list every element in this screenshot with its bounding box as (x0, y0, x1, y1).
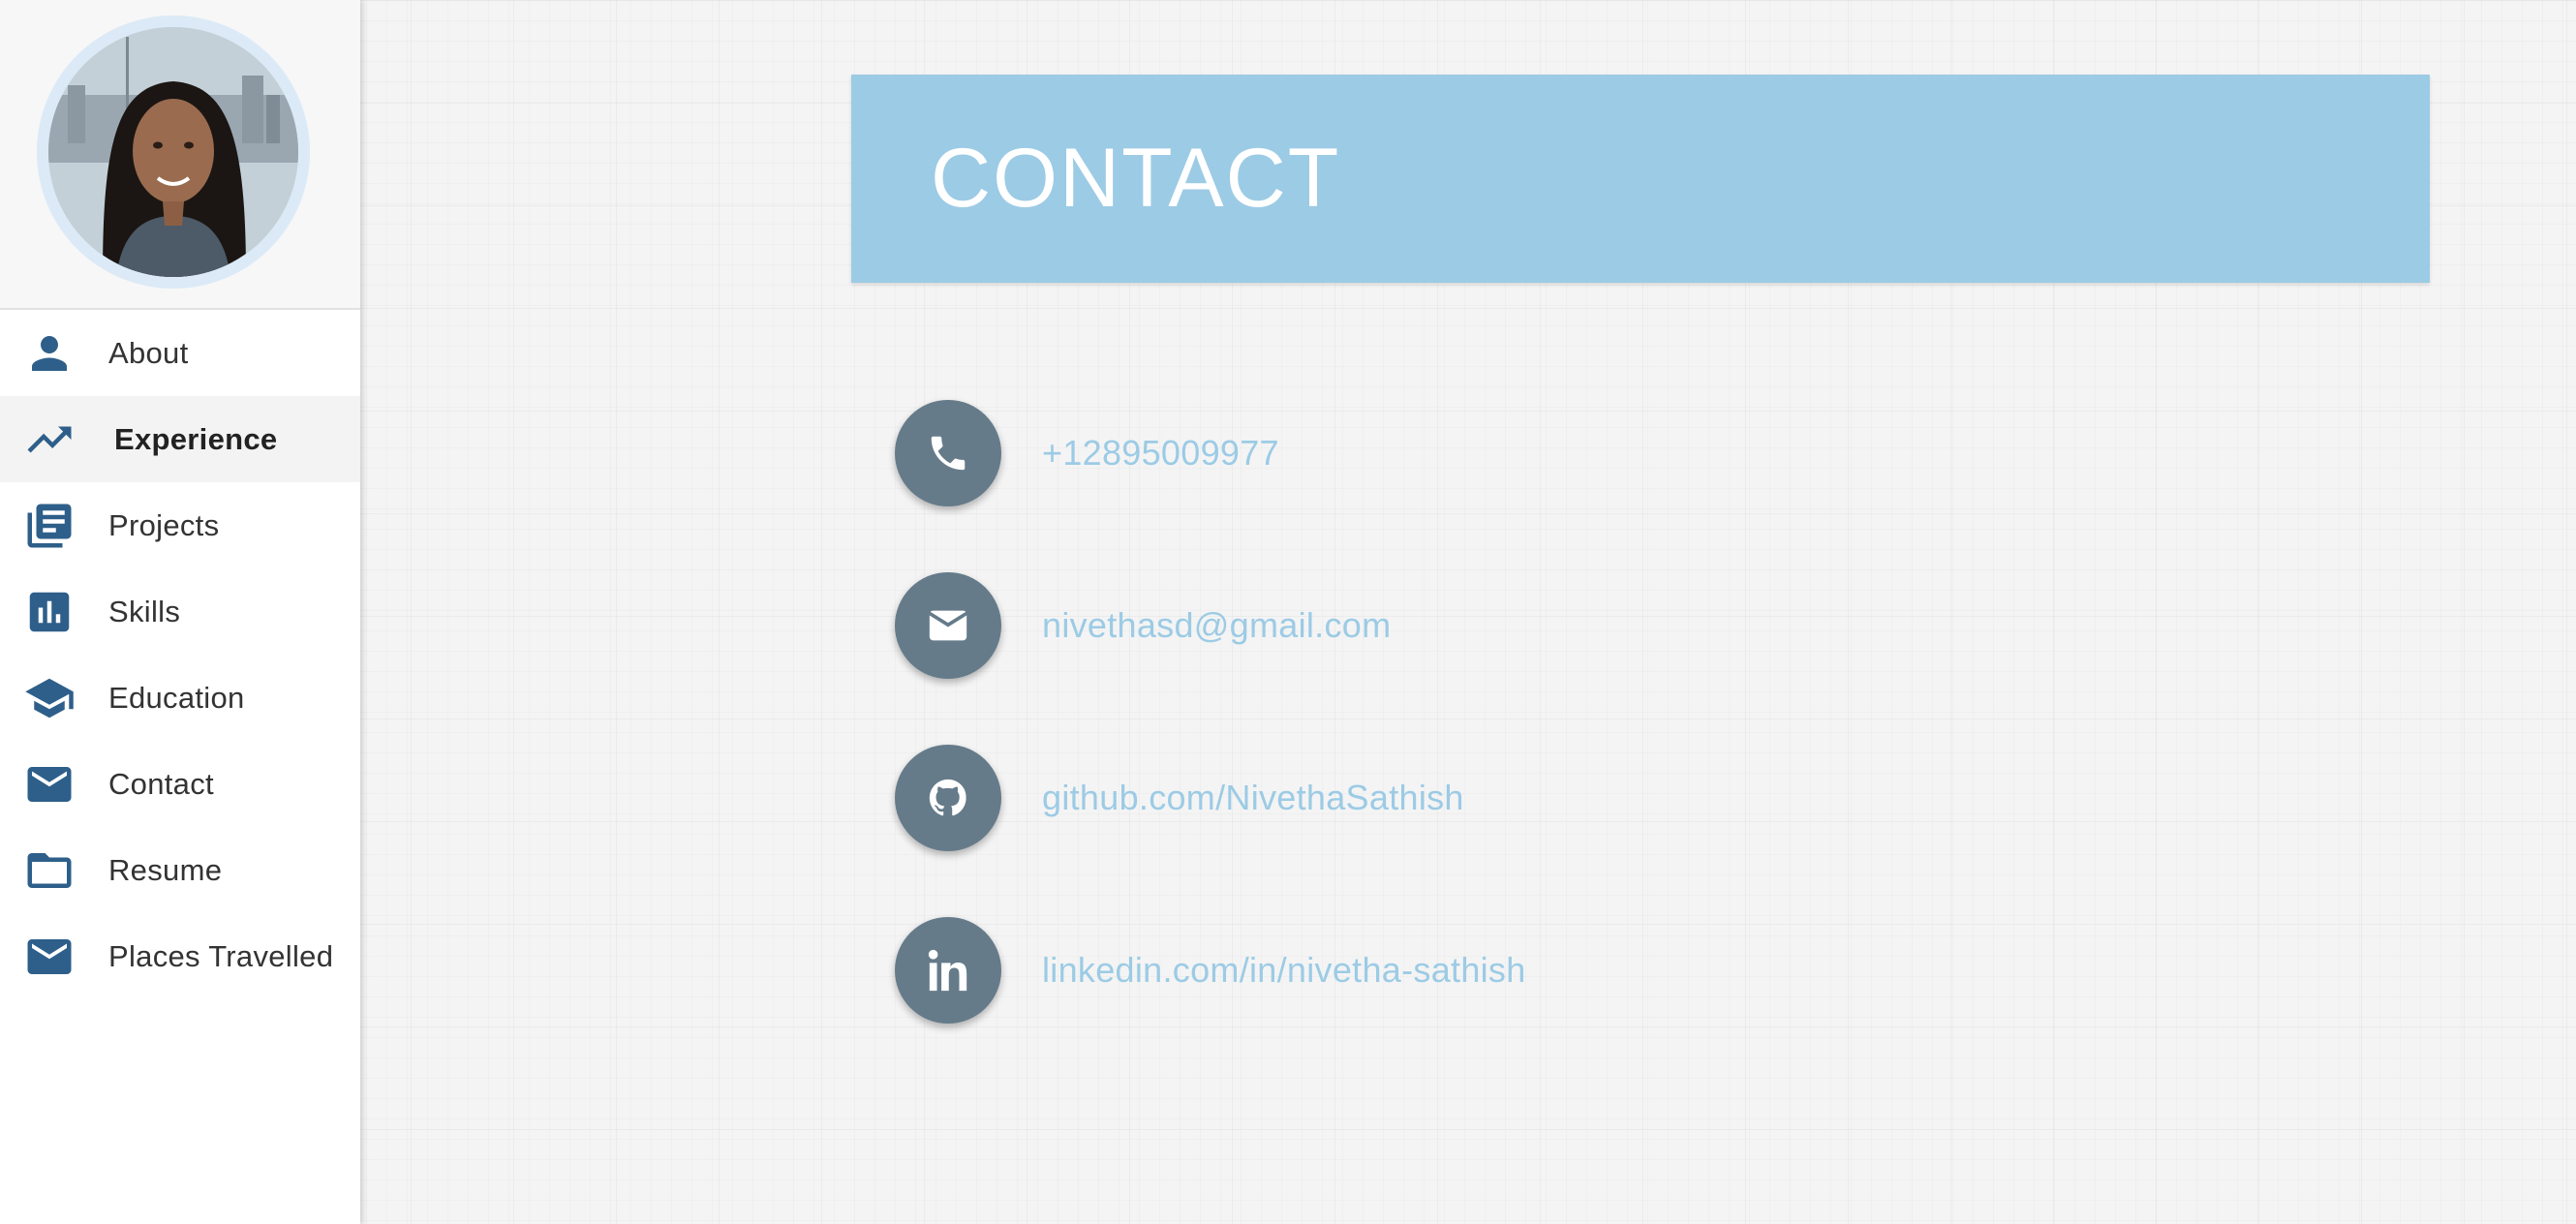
sidebar-item-label: Resume (108, 852, 223, 887)
sidebar-item-about[interactable]: About (0, 310, 360, 396)
folder-icon (23, 844, 76, 897)
sidebar-item-label: Education (108, 680, 245, 715)
sidebar-item-label: Projects (108, 507, 220, 542)
envelope-icon[interactable] (895, 572, 1001, 679)
contact-list: +12895009977 nivethasd@gmail.com github.… (895, 400, 1526, 1089)
sidebar-item-experience[interactable]: Experience (0, 396, 360, 482)
contact-item-phone: +12895009977 (895, 400, 1526, 572)
person-icon (23, 327, 76, 380)
github-link[interactable]: github.com/NivethaSathish (1042, 778, 1464, 818)
page-title: CONTACT (931, 132, 1341, 225)
sidebar-item-projects[interactable]: Projects (0, 482, 360, 568)
github-icon[interactable] (895, 745, 1001, 851)
linkedin-icon[interactable] (895, 917, 1001, 1024)
profile-photo (48, 27, 298, 277)
sidebar-item-contact[interactable]: Contact (0, 741, 360, 827)
trending-up-icon (23, 413, 76, 466)
page-header-banner: CONTACT (851, 75, 2430, 283)
graduation-cap-icon (23, 672, 76, 724)
profile-photo-image (48, 27, 298, 277)
linkedin-link[interactable]: linkedin.com/in/nivetha-sathish (1042, 950, 1526, 991)
sidebar: About Experience Projects Skills Educati… (0, 0, 360, 1224)
contact-item-linkedin: linkedin.com/in/nivetha-sathish (895, 917, 1526, 1089)
sidebar-item-label: Contact (108, 766, 214, 801)
phone-link[interactable]: +12895009977 (1042, 433, 1279, 474)
sidebar-item-label: About (108, 335, 189, 370)
mail-icon (23, 758, 76, 811)
contact-item-github: github.com/NivethaSathish (895, 745, 1526, 917)
bar-chart-icon (23, 586, 76, 638)
library-books-icon (23, 500, 76, 552)
sidebar-item-skills[interactable]: Skills (0, 568, 360, 655)
sidebar-item-label: Places Travelled (108, 938, 334, 973)
sidebar-nav: About Experience Projects Skills Educati… (0, 310, 360, 999)
sidebar-item-places-travelled[interactable]: Places Travelled (0, 913, 360, 999)
sidebar-item-label: Skills (108, 594, 181, 628)
sidebar-item-label: Experience (114, 421, 278, 456)
sidebar-item-resume[interactable]: Resume (0, 827, 360, 913)
mail-icon (23, 931, 76, 983)
profile-area (0, 0, 360, 310)
contact-item-email: nivethasd@gmail.com (895, 572, 1526, 745)
sidebar-item-education[interactable]: Education (0, 655, 360, 741)
avatar (37, 15, 310, 289)
email-link[interactable]: nivethasd@gmail.com (1042, 605, 1391, 646)
phone-icon[interactable] (895, 400, 1001, 506)
